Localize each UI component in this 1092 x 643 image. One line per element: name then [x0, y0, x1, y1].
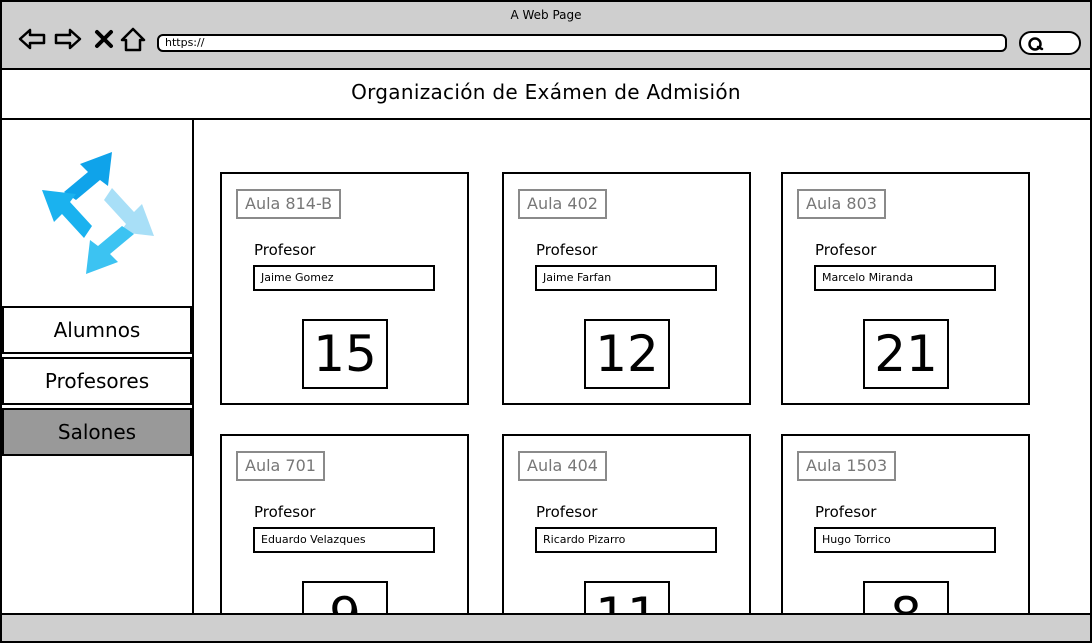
teacher-field[interactable]: Eduardo Velazques [253, 527, 435, 553]
search-icon [1028, 37, 1044, 51]
sidebar: Alumnos Profesores Salones [2, 120, 194, 615]
room-card: Aula 402 Profesor Jaime Farfan 12 [502, 172, 751, 405]
teacher-label: Profesor [536, 241, 598, 259]
teacher-field[interactable]: Marcelo Miranda [814, 265, 996, 291]
status-bar [2, 613, 1090, 641]
room-name: Aula 402 [518, 189, 607, 219]
teacher-label: Profesor [254, 503, 316, 521]
student-count: 11 [584, 581, 670, 615]
teacher-field[interactable]: Hugo Torrico [814, 527, 996, 553]
teacher-field[interactable]: Jaime Gomez [253, 265, 435, 291]
rooms-grid: Aula 814-B Profesor Jaime Gomez 15 Aula … [194, 120, 1090, 615]
app-logo-icon [42, 152, 154, 274]
teacher-label: Profesor [815, 503, 877, 521]
forward-arrow-icon[interactable] [53, 24, 83, 54]
sidebar-item-alumnos[interactable]: Alumnos [2, 306, 192, 354]
home-icon[interactable] [118, 24, 148, 54]
room-card: Aula 404 Profesor Ricardo Pizarro 11 [502, 434, 751, 615]
room-card: Aula 1503 Profesor Hugo Torrico 8 [781, 434, 1030, 615]
room-card: Aula 701 Profesor Eduardo Velazques 9 [220, 434, 469, 615]
student-count: 21 [863, 319, 949, 389]
teacher-label: Profesor [815, 241, 877, 259]
room-name: Aula 814-B [236, 189, 342, 219]
student-count: 15 [302, 319, 388, 389]
teacher-field[interactable]: Jaime Farfan [535, 265, 717, 291]
teacher-field[interactable]: Ricardo Pizarro [535, 527, 717, 553]
url-input[interactable]: https:// [157, 34, 1007, 52]
back-arrow-icon[interactable] [17, 24, 47, 54]
browser-window: A Web Page https:// Organización de Exám… [0, 0, 1092, 643]
close-icon[interactable] [89, 24, 119, 54]
room-name: Aula 1503 [797, 451, 897, 481]
room-name: Aula 803 [797, 189, 886, 219]
window-title: A Web Page [510, 8, 582, 22]
room-name: Aula 404 [518, 451, 607, 481]
sidebar-item-salones[interactable]: Salones [2, 408, 192, 456]
student-count: 12 [584, 319, 670, 389]
page-title: Organización de Exámen de Admisión [351, 80, 741, 104]
room-card: Aula 803 Profesor Marcelo Miranda 21 [781, 172, 1030, 405]
page-header: Organización de Exámen de Admisión [2, 70, 1090, 120]
browser-chrome: A Web Page https:// [2, 2, 1090, 70]
sidebar-item-profesores[interactable]: Profesores [2, 357, 192, 405]
student-count: 9 [302, 581, 388, 615]
search-field[interactable] [1019, 31, 1081, 55]
teacher-label: Profesor [254, 241, 316, 259]
student-count: 8 [863, 581, 949, 615]
room-card: Aula 814-B Profesor Jaime Gomez 15 [220, 172, 469, 405]
teacher-label: Profesor [536, 503, 598, 521]
room-name: Aula 701 [236, 451, 325, 481]
